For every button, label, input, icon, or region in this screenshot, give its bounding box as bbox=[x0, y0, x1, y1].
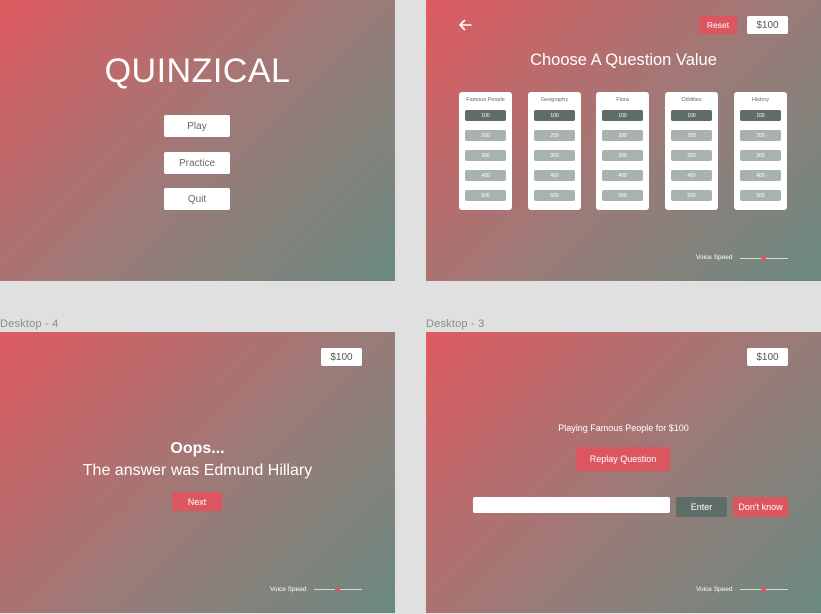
reset-button[interactable]: Reset bbox=[699, 16, 737, 34]
result-headline: Oops... bbox=[170, 440, 225, 457]
value-button[interactable]: 400 bbox=[740, 170, 781, 181]
value-button[interactable]: 500 bbox=[534, 190, 575, 201]
question-screen: $100 Playing Famous People for $100 Repl… bbox=[426, 332, 821, 613]
value-button[interactable]: 400 bbox=[602, 170, 643, 181]
app-logo: QUINZICAL bbox=[104, 52, 291, 90]
value-button[interactable]: 300 bbox=[465, 150, 506, 161]
value-button[interactable]: 300 bbox=[671, 150, 712, 161]
enter-button[interactable]: Enter bbox=[676, 497, 727, 517]
voice-speed-label: Voice Speed bbox=[696, 254, 733, 261]
category-card-famous-people: Famous People 100 200 300 400 500 bbox=[459, 92, 512, 210]
value-button[interactable]: 200 bbox=[740, 130, 781, 141]
play-button[interactable]: Play bbox=[164, 115, 230, 137]
money-badge: $100 bbox=[747, 348, 788, 366]
value-button[interactable]: 300 bbox=[740, 150, 781, 161]
page-title: Choose A Question Value bbox=[530, 51, 717, 69]
value-button[interactable]: 200 bbox=[534, 130, 575, 141]
value-button[interactable]: 300 bbox=[534, 150, 575, 161]
menu-screen: QUINZICAL Play Practice Quit bbox=[0, 0, 395, 281]
voice-speed-knob[interactable] bbox=[335, 587, 340, 592]
value-button[interactable]: 200 bbox=[671, 130, 712, 141]
value-button[interactable]: 400 bbox=[465, 170, 506, 181]
money-badge: $100 bbox=[747, 16, 788, 34]
back-arrow-icon[interactable] bbox=[456, 16, 474, 34]
voice-speed-label: Voice Speed bbox=[696, 586, 733, 593]
practice-button[interactable]: Practice bbox=[164, 152, 230, 174]
value-button[interactable]: 500 bbox=[671, 190, 712, 201]
frame-label: Desktop - 3 bbox=[426, 318, 485, 330]
category-title: Geography bbox=[540, 97, 569, 103]
dont-know-button[interactable]: Don't know bbox=[733, 497, 788, 517]
value-button[interactable]: 400 bbox=[534, 170, 575, 181]
replay-question-button[interactable]: Replay Question bbox=[576, 447, 670, 471]
value-button[interactable]: 200 bbox=[465, 130, 506, 141]
quit-button[interactable]: Quit bbox=[164, 188, 230, 210]
category-title: History bbox=[751, 97, 770, 103]
voice-speed-knob[interactable] bbox=[761, 587, 766, 592]
category-card-history: History 100 200 300 400 500 bbox=[734, 92, 787, 210]
category-title: Famous People bbox=[466, 97, 505, 103]
value-button[interactable]: 100 bbox=[602, 110, 643, 121]
choose-value-screen: Reset $100 Choose A Question Value Famou… bbox=[426, 0, 821, 281]
result-message: The answer was Edmund Hillary bbox=[82, 462, 313, 479]
value-button[interactable]: 100 bbox=[465, 110, 506, 121]
voice-speed-knob[interactable] bbox=[761, 256, 766, 261]
value-button[interactable]: 400 bbox=[671, 170, 712, 181]
value-button[interactable]: 500 bbox=[465, 190, 506, 201]
category-card-flora: Flora 100 200 300 400 500 bbox=[596, 92, 649, 210]
money-badge: $100 bbox=[321, 348, 362, 366]
frame-label: Desktop - 4 bbox=[0, 318, 59, 330]
next-button[interactable]: Next bbox=[172, 492, 222, 511]
result-screen: $100 Oops... The answer was Edmund Hilla… bbox=[0, 332, 395, 613]
category-card-oddities: Oddities 100 200 300 400 500 bbox=[665, 92, 718, 210]
question-prompt: Playing Famous People for $100 bbox=[558, 423, 689, 433]
value-button[interactable]: 100 bbox=[671, 110, 712, 121]
category-card-geography: Geography 100 200 300 400 500 bbox=[528, 92, 581, 210]
value-button[interactable]: 300 bbox=[602, 150, 643, 161]
value-button[interactable]: 200 bbox=[602, 130, 643, 141]
value-button[interactable]: 100 bbox=[534, 110, 575, 121]
answer-input[interactable] bbox=[473, 497, 670, 513]
design-canvas: QUINZICAL Play Practice Quit Reset $100 … bbox=[0, 0, 821, 614]
category-title: Flora bbox=[616, 97, 629, 103]
value-button[interactable]: 100 bbox=[740, 110, 781, 121]
value-button[interactable]: 500 bbox=[602, 190, 643, 201]
category-title: Oddities bbox=[681, 97, 702, 103]
value-button[interactable]: 500 bbox=[740, 190, 781, 201]
voice-speed-label: Voice Speed bbox=[270, 586, 307, 593]
